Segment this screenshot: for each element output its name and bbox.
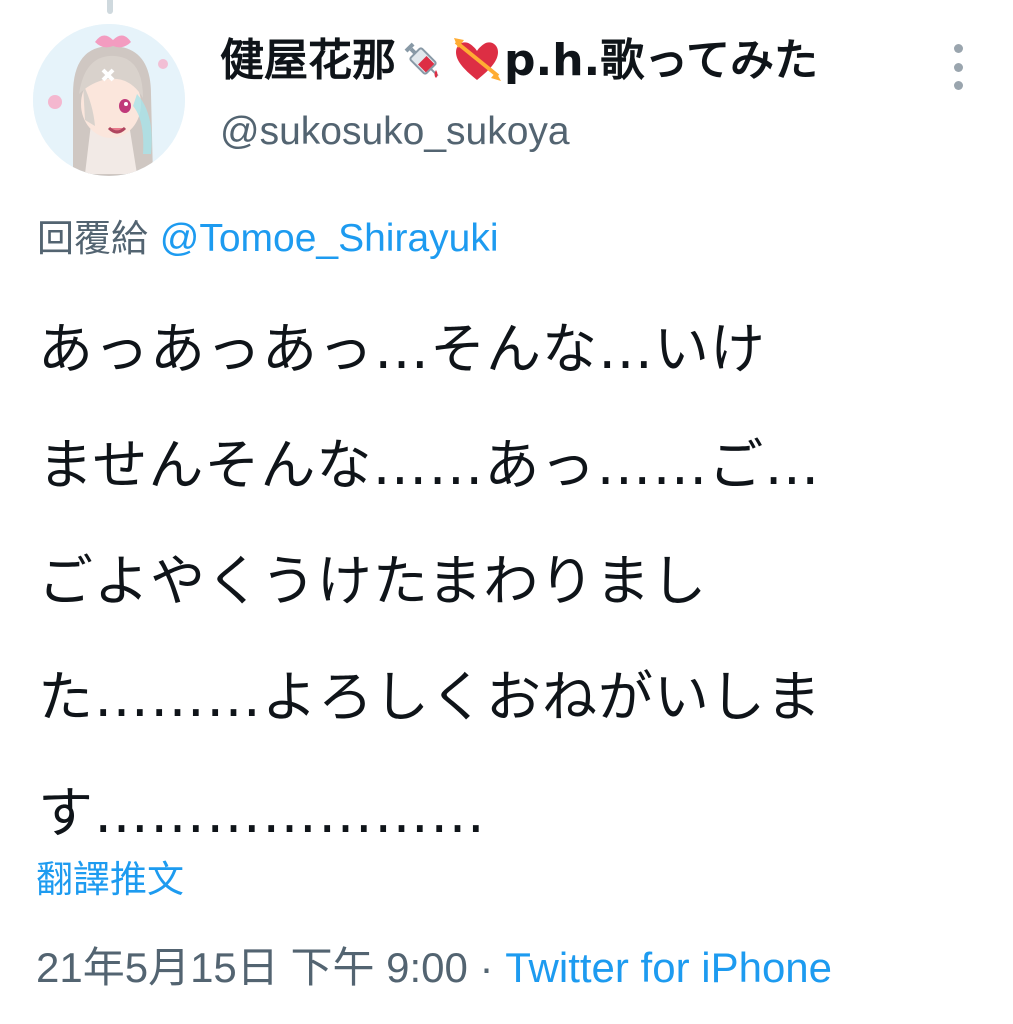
reply-mention-link[interactable]: @Tomoe_Shirayuki — [160, 217, 499, 260]
syringe-icon — [398, 36, 448, 86]
display-name-text: 健屋花那 — [220, 35, 396, 86]
avatar-illustration — [33, 24, 185, 176]
tweet-meta: 21年5月15日 下午 9:00 · Twitter for iPhone — [36, 940, 832, 996]
thread-connector-line — [107, 0, 113, 14]
tweet-source-link[interactable]: Twitter for iPhone — [505, 944, 832, 991]
user-handle[interactable]: @sukosuko_sukoya — [220, 108, 818, 156]
avatar[interactable] — [33, 24, 185, 176]
display-name[interactable]: 健屋花那 p.h.歌ってみた — [220, 30, 818, 92]
more-dot — [953, 81, 963, 90]
more-options-icon[interactable] — [945, 44, 971, 90]
author-block[interactable]: 健屋花那 p.h.歌ってみた @sukosuko_sukoya — [220, 30, 818, 156]
meta-separator: · — [467, 944, 506, 991]
tweet-timestamp[interactable]: 21年5月15日 下午 9:00 — [36, 944, 468, 991]
tweet-text: あっあっあっ…そんな…いけ ませんそんな……あっ……ご… ごよやくうけたまわりま… — [38, 317, 823, 845]
reply-prefix: 回覆給 — [37, 217, 148, 260]
reply-context: 回覆給 @Tomoe_Shirayuki — [37, 214, 499, 264]
translate-tweet-link[interactable]: 翻譯推文 — [36, 855, 184, 905]
more-dot — [953, 62, 963, 72]
heart-with-arrow-icon — [452, 36, 502, 86]
more-dot — [953, 44, 963, 53]
display-name-suffix: p.h.歌ってみた — [504, 35, 819, 86]
